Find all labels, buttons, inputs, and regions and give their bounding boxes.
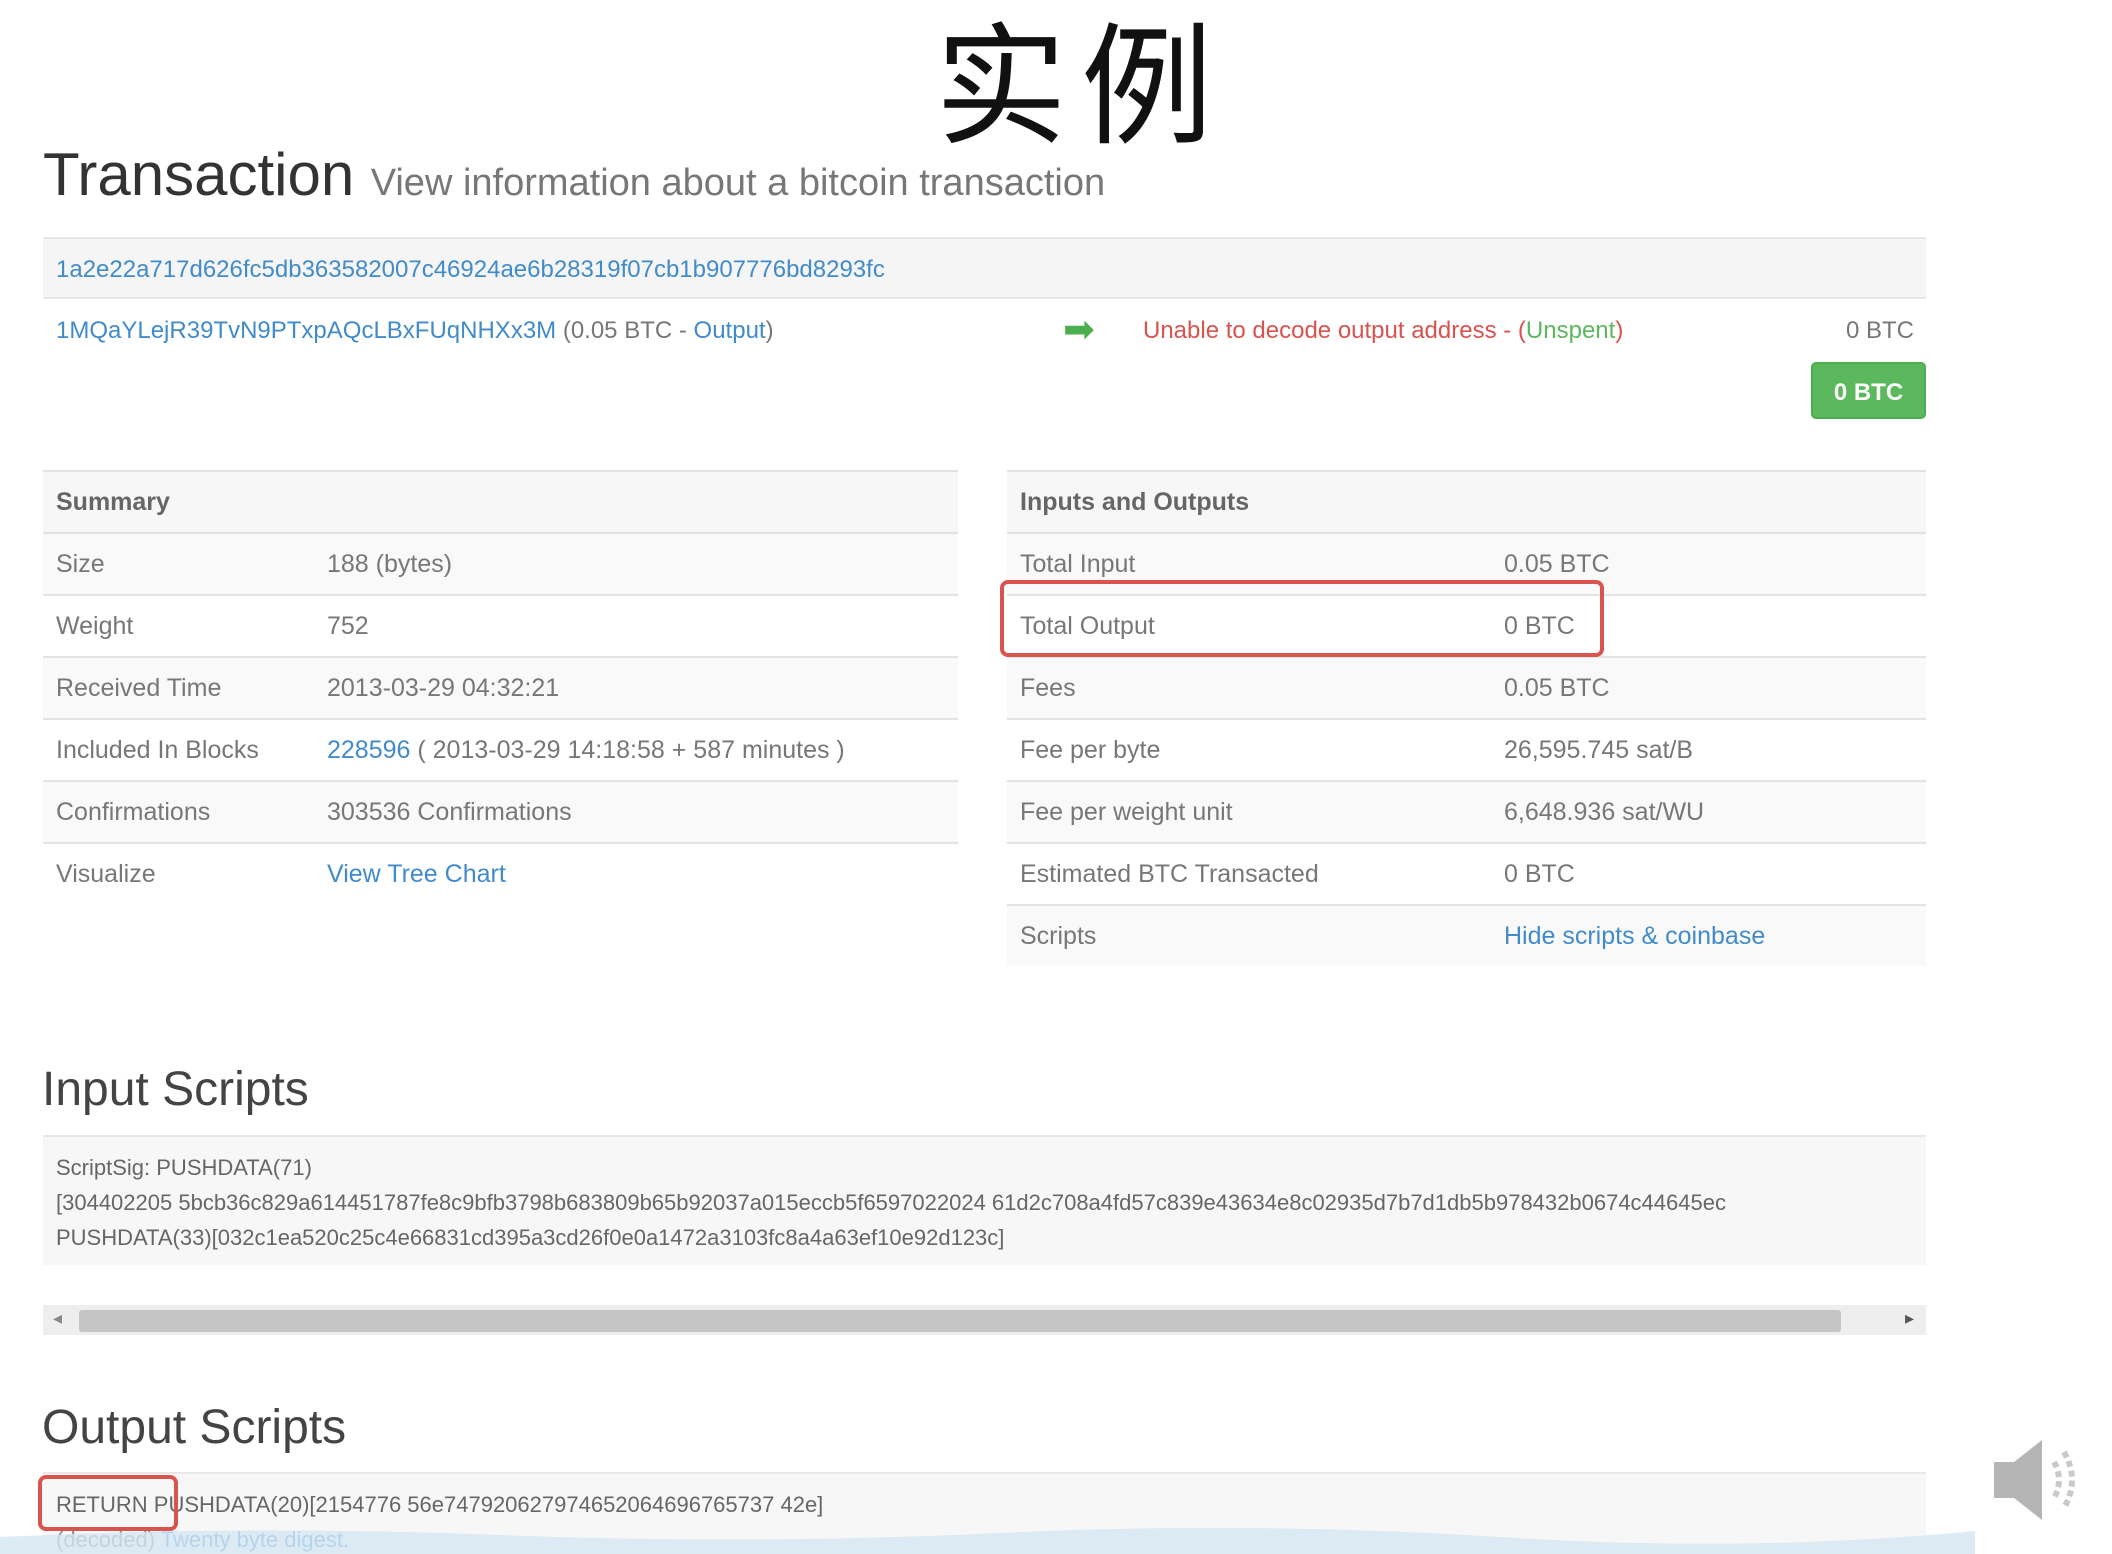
script-line: ScriptSig: PUSHDATA(71) bbox=[56, 1155, 312, 1180]
table-row: Confirmations 303536 Confirmations bbox=[43, 780, 958, 843]
output-amount: 0 BTC bbox=[1845, 317, 1914, 344]
total-amount-button[interactable]: 0 BTC bbox=[1811, 362, 1926, 419]
view-tree-chart-link[interactable]: View Tree Chart bbox=[327, 860, 506, 888]
table-row: Included In Blocks 228596 ( 2013-03-29 1… bbox=[43, 718, 958, 781]
io-value: 0 BTC bbox=[1491, 842, 1926, 905]
table-row: Weight 752 bbox=[43, 594, 958, 657]
page-subtitle: View information about a bitcoin transac… bbox=[370, 162, 1106, 204]
input-scripts-box: ScriptSig: PUSHDATA(71) [304402205 5bcb3… bbox=[43, 1135, 1926, 1265]
input-address-link[interactable]: 1MQaYLejR39TvN9PTxpAQcLBxFUqNHXx3M bbox=[56, 317, 556, 344]
io-value: 26,595.745 sat/B bbox=[1491, 718, 1926, 781]
script-line: PUSHDATA(33)[032c1ea520c25c4e66831cd395a… bbox=[56, 1225, 1005, 1250]
block-time: ( 2013-03-29 14:18:58 + 587 minutes ) bbox=[410, 735, 845, 764]
summary-label: Confirmations bbox=[43, 780, 314, 843]
output-entry: Unable to decode output address - (Unspe… bbox=[1143, 317, 1623, 345]
output-scripts-heading: Output Scripts bbox=[42, 1401, 347, 1454]
decorative-wave bbox=[0, 1527, 1975, 1554]
io-label: Estimated BTC Transacted bbox=[1007, 842, 1491, 905]
scroll-right-icon[interactable]: ▸ bbox=[1905, 1308, 1914, 1329]
table-row: Fees 0.05 BTC bbox=[1007, 656, 1926, 719]
summary-value: 2013-03-29 04:32:21 bbox=[314, 656, 958, 719]
transaction-hash-link[interactable]: 1a2e22a717d626fc5db363582007c46924ae6b28… bbox=[56, 256, 885, 284]
total-output-highlight bbox=[1000, 580, 1604, 657]
io-value: 6,648.936 sat/WU bbox=[1491, 780, 1926, 843]
summary-table: Summary Size 188 (bytes) Weight 752 Rece… bbox=[43, 470, 958, 904]
summary-value: 752 bbox=[314, 594, 958, 657]
output-suffix: ) bbox=[1615, 317, 1624, 344]
speaker-icon[interactable] bbox=[1980, 1420, 2090, 1540]
summary-label: Weight bbox=[43, 594, 314, 657]
summary-value: View Tree Chart bbox=[314, 842, 958, 904]
io-label: Fees bbox=[1007, 656, 1491, 719]
summary-value: 228596 ( 2013-03-29 14:18:58 + 587 minut… bbox=[314, 718, 958, 781]
summary-value: 303536 Confirmations bbox=[314, 780, 958, 843]
summary-label: Visualize bbox=[43, 842, 314, 904]
block-link[interactable]: 228596 bbox=[327, 736, 410, 764]
input-output-link[interactable]: Output bbox=[694, 317, 766, 344]
scroll-left-icon[interactable]: ◂ bbox=[53, 1308, 62, 1329]
io-value: Hide scripts & coinbase bbox=[1491, 904, 1926, 966]
output-status: Unspent bbox=[1525, 317, 1616, 344]
horizontal-scrollbar[interactable]: ◂ ▸ bbox=[43, 1305, 1926, 1335]
table-row: Size 188 (bytes) bbox=[43, 532, 958, 595]
summary-label: Included In Blocks bbox=[43, 718, 314, 781]
summary-label: Received Time bbox=[43, 656, 314, 719]
table-row: Fee per weight unit 6,648.936 sat/WU bbox=[1007, 780, 1926, 843]
transaction-hash-row: 1a2e22a717d626fc5db363582007c46924ae6b28… bbox=[43, 237, 1926, 299]
summary-label: Size bbox=[43, 532, 314, 595]
input-amount-prefix: (0.05 BTC - bbox=[562, 317, 694, 344]
page-header: Transaction View information about a bit… bbox=[43, 140, 1105, 209]
output-address-text: Unable to decode output address - ( bbox=[1143, 317, 1526, 344]
io-label: Fee per weight unit bbox=[1007, 780, 1491, 843]
inputs-outputs-table: Inputs and Outputs Total Input 0.05 BTC … bbox=[1007, 470, 1926, 966]
summary-value: 188 (bytes) bbox=[314, 532, 958, 595]
table-row: Visualize View Tree Chart bbox=[43, 842, 958, 904]
slide-title: 实例 bbox=[935, 11, 1227, 165]
arrow-right-icon: ➡ bbox=[1063, 309, 1095, 351]
transaction-io-row: 1MQaYLejR39TvN9PTxpAQcLBxFUqNHXx3M (0.05… bbox=[43, 305, 1926, 425]
table-row: Scripts Hide scripts & coinbase bbox=[1007, 904, 1926, 966]
io-label: Fee per byte bbox=[1007, 718, 1491, 781]
io-label: Scripts bbox=[1007, 904, 1491, 966]
io-heading: Inputs and Outputs bbox=[1007, 470, 1926, 533]
summary-heading: Summary bbox=[43, 470, 958, 533]
input-scripts-heading: Input Scripts bbox=[42, 1063, 309, 1116]
script-line: [304402205 5bcb36c829a614451787fe8c9bfb3… bbox=[56, 1190, 1726, 1215]
input-entry: 1MQaYLejR39TvN9PTxpAQcLBxFUqNHXx3M (0.05… bbox=[56, 317, 774, 345]
input-amount-suffix: ) bbox=[765, 317, 774, 344]
scrollbar-thumb[interactable] bbox=[79, 1310, 1841, 1332]
hide-scripts-link[interactable]: Hide scripts & coinbase bbox=[1504, 922, 1765, 950]
page-title: Transaction bbox=[43, 141, 355, 208]
io-value: 0.05 BTC bbox=[1491, 656, 1926, 719]
table-row: Estimated BTC Transacted 0 BTC bbox=[1007, 842, 1926, 905]
table-row: Received Time 2013-03-29 04:32:21 bbox=[43, 656, 958, 719]
table-row: Fee per byte 26,595.745 sat/B bbox=[1007, 718, 1926, 781]
